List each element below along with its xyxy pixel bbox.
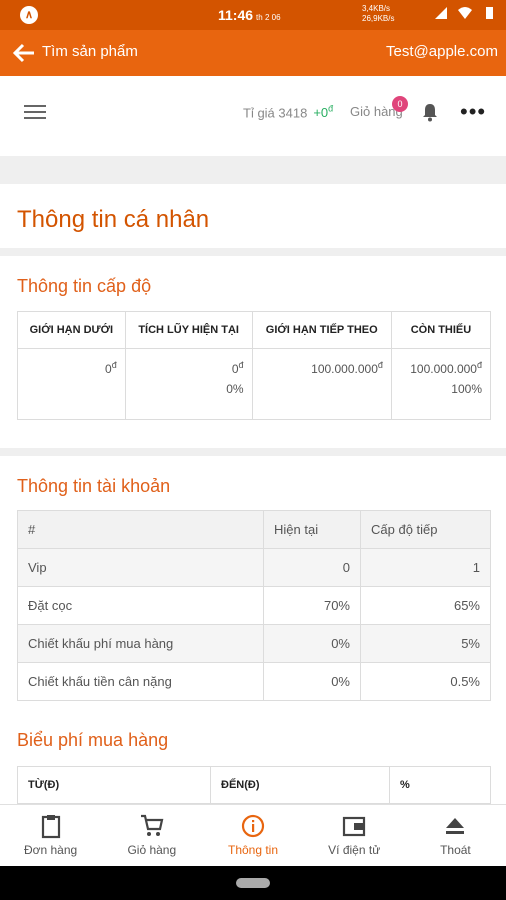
nav-logout[interactable]: Thoát [405, 805, 506, 867]
status-icons [434, 6, 496, 20]
table-header: ĐẾN(Đ) [210, 766, 390, 804]
account-table: # Hiện tại Cấp độ tiếp Vip 0 1 Đặt cọc 7… [17, 510, 491, 701]
table-row: Đặt cọc 70% 65% [17, 586, 491, 625]
battery-icon [486, 7, 493, 19]
table-header: % [389, 766, 491, 804]
table-row: Vip 0 1 [17, 548, 491, 587]
system-nav-bar [0, 866, 506, 900]
table-header: TÍCH LŨY HIỆN TẠI [124, 311, 253, 349]
nav-info[interactable]: Thông tin [202, 805, 303, 867]
bottom-nav: Đơn hàng Giỏ hàng Thông tin Ví điện tử T… [0, 804, 506, 867]
table-row: Chiết khấu tiền cân nặng 0% 0.5% [17, 662, 491, 701]
status-bar: ∧ 11:46 th 2 06 3,4KB/s 26,9KB/s [0, 0, 506, 30]
status-time: 11:46 th 2 06 [218, 7, 281, 23]
more-options-icon[interactable]: ••• [460, 101, 486, 123]
level-info-card: Thông tin cấp độ GIỚI HẠN DƯỚI TÍCH LŨY … [0, 256, 506, 448]
table-cell: 100.000.000đ [251, 348, 392, 420]
back-arrow-icon[interactable] [10, 39, 38, 67]
fee-table: TỪ(Đ) ĐẾN(Đ) % [17, 766, 491, 804]
table-row: Chiết khấu phí mua hàng 0% 5% [17, 624, 491, 663]
info-icon [241, 814, 265, 838]
app-logo-icon: ∧ [20, 6, 38, 24]
level-info-title: Thông tin cấp độ [17, 276, 152, 296]
table-cell: 0đ [17, 348, 126, 420]
toolbar: Tỉ giá 3418 +0đ Giỏ hàng 0 ••• [0, 76, 506, 156]
wallet-icon [343, 816, 366, 837]
table-header: TỪ(Đ) [17, 766, 211, 804]
clipboard-icon [41, 815, 60, 839]
nav-orders[interactable]: Đơn hàng [0, 805, 101, 867]
nav-wallet[interactable]: Ví điện tử [304, 805, 405, 867]
user-email[interactable]: Test@apple.com [386, 43, 498, 60]
signal-icon [435, 7, 447, 19]
wifi-icon [458, 7, 472, 19]
table-cell: 100.000.000đ 100% [390, 348, 492, 420]
cart-count-badge: 0 [392, 96, 408, 112]
cart-icon [140, 814, 164, 836]
table-header: Cấp độ tiếp [360, 510, 491, 549]
table-header: CÒN THIẾU [390, 311, 492, 349]
page-title-card: Thông tin cá nhân [0, 184, 506, 248]
page-title: Thông tin cá nhân [17, 206, 210, 233]
table-header: GIỚI HẠN TIẾP THEO [251, 311, 392, 349]
account-info-card: Thông tin tài khoản # Hiện tại Cấp độ ti… [0, 456, 506, 804]
account-info-title: Thông tin tài khoản [17, 476, 171, 496]
table-header: GIỚI HẠN DƯỚI [17, 311, 126, 349]
network-speed: 3,4KB/s 26,9KB/s [362, 4, 395, 23]
fee-table-title: Biểu phí mua hàng [17, 730, 169, 750]
table-cell: 0đ 0% [124, 348, 253, 420]
search-products-link[interactable]: Tìm sản phẩm [42, 43, 138, 60]
home-pill[interactable] [236, 878, 270, 888]
bell-icon[interactable] [421, 102, 439, 122]
eject-icon [446, 818, 465, 834]
nav-cart[interactable]: Giỏ hàng [101, 805, 202, 867]
table-header: Hiện tại [263, 510, 361, 549]
table-header: # [17, 510, 264, 549]
menu-icon[interactable] [24, 105, 46, 121]
exchange-rate: Tỉ giá 3418 +0đ [243, 104, 334, 121]
app-bar: Tìm sản phẩm Test@apple.com [0, 30, 506, 76]
level-table: GIỚI HẠN DƯỚI TÍCH LŨY HIỆN TẠI GIỚI HẠN… [17, 311, 492, 420]
